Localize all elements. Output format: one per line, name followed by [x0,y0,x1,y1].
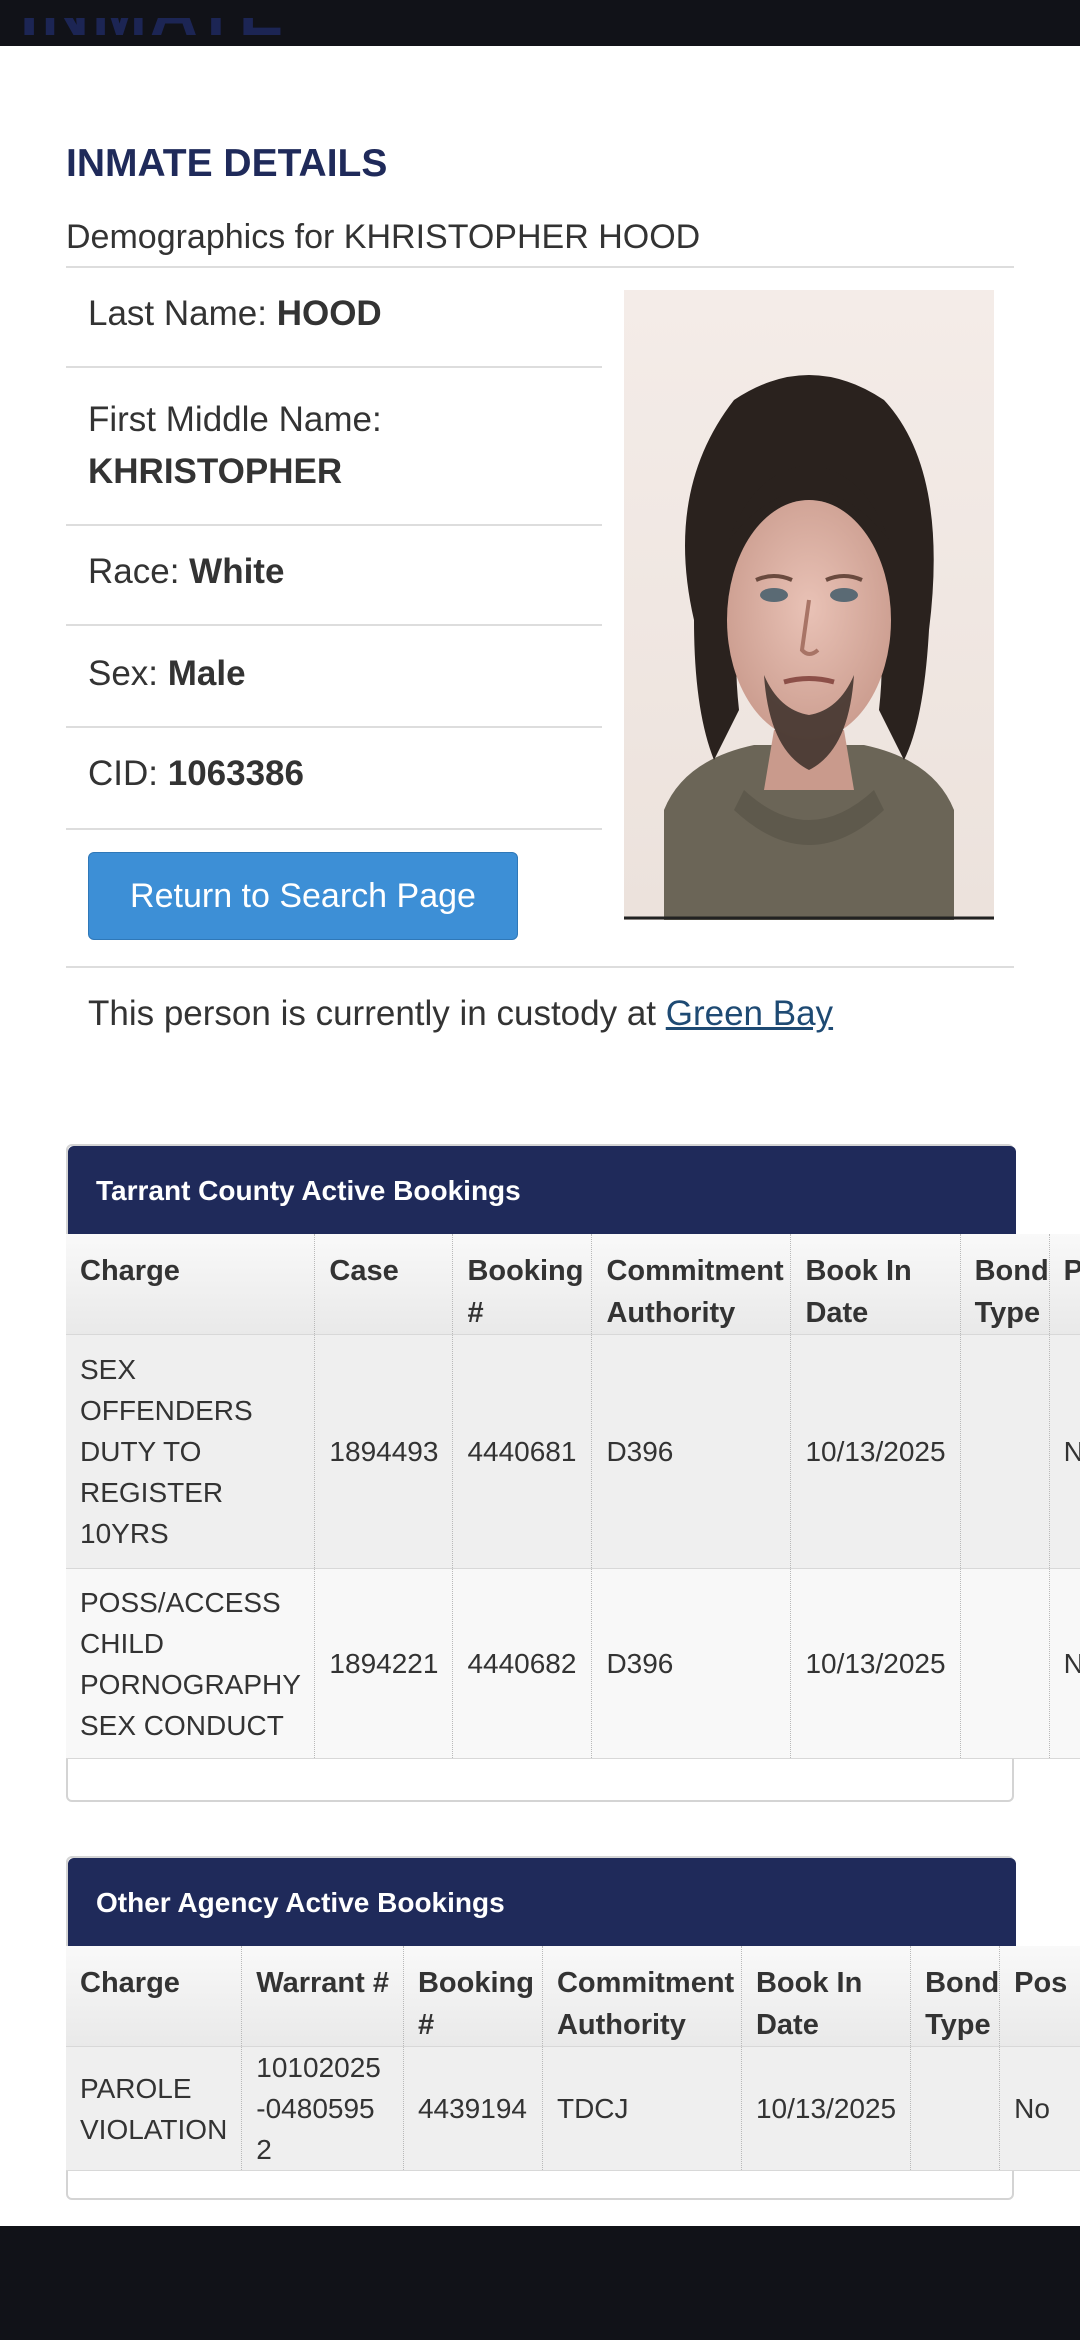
first-middle-name-label: First Middle Name: [88,400,382,439]
cell-commitment-authority: D396 [591,1568,792,1759]
column-header-booking[interactable]: Booking # [452,1234,593,1335]
column-header-bond-type[interactable]: Bond Type [960,1234,1050,1335]
custody-text: This person is currently in custody at [88,994,657,1033]
cell-bond-type [910,2046,1001,2171]
sex-value: Male [167,654,246,693]
column-header-partial[interactable]: Pos [999,1946,1080,2047]
divider [66,624,602,626]
cell-case: 1894221 [314,1568,454,1759]
column-header-book-in-date[interactable]: Book In Date [741,1946,912,2047]
cell-book-in-date: 10/13/2025 [790,1334,961,1569]
last-name-field: Last Name: HOOD [66,294,602,334]
table-row: PAROLE VIOLATION 10102025-04805952 44391… [66,2046,1080,2171]
tarrant-table-clip: Charge Case Booking # Commitment Authori… [66,1234,1080,1782]
navigation-bar [0,2226,1080,2340]
column-header-booking[interactable]: Booking # [403,1946,543,2047]
cell-partial: N [1049,1568,1080,1759]
cell-bond-type [960,1334,1050,1569]
cell-warrant: 10102025-04805952 [241,2046,404,2171]
column-header-warrant[interactable]: Warrant # [241,1946,404,2047]
demographics-title: Demographics for KHRISTOPHER HOOD [66,218,700,257]
custody-status: This person is currently in custody at G… [88,994,833,1034]
cid-label: CID: [88,754,158,793]
demographics-prefix: Demographics for [66,218,335,256]
other-agency-bookings-title: Other Agency Active Bookings [68,1858,1016,1948]
last-name-value: HOOD [276,294,382,333]
cell-booking: 4439194 [403,2046,543,2171]
first-middle-name-field: First Middle Name: KHRISTOPHER [66,394,602,498]
other-table-clip: Charge Warrant # Booking # Commitment Au… [66,1946,1080,2180]
cell-charge: PAROLE VIOLATION [66,2046,243,2171]
divider [66,524,602,526]
column-header-case[interactable]: Case [314,1234,454,1335]
inmate-details-heading: INMATE DETAILS [66,142,388,185]
race-value: White [189,552,285,591]
divider [66,966,1014,968]
cid-value: 1063386 [167,754,304,793]
divider [66,828,602,830]
table-row: SEX OFFENDERS DUTY TO REGISTER 10YRS 189… [66,1334,1080,1569]
divider [66,366,602,368]
cell-commitment-authority: D396 [591,1334,792,1569]
column-header-charge[interactable]: Charge [66,1234,316,1335]
last-name-label: Last Name: [88,294,267,333]
tarrant-bookings-title: Tarrant County Active Bookings [68,1146,1016,1236]
cell-case: 1894493 [314,1334,454,1569]
race-label: Race: [88,552,180,591]
cell-book-in-date: 10/13/2025 [741,2046,912,2171]
other-agency-bookings-table: Charge Warrant # Booking # Commitment Au… [66,1946,1080,2171]
column-header-charge[interactable]: Charge [66,1946,243,2047]
table-row: POSS/ACCESS CHILD PORNOGRAPHY SEX CONDUC… [66,1568,1080,1759]
cell-partial: N [1049,1334,1080,1569]
table-header-row: Charge Warrant # Booking # Commitment Au… [66,1946,1080,2047]
inmate-photo [624,290,994,920]
sex-label: Sex: [88,654,159,693]
first-middle-name-value: KHRISTOPHER [88,452,343,491]
cell-charge: SEX OFFENDERS DUTY TO REGISTER 10YRS [66,1334,316,1569]
cell-partial: No [999,2046,1080,2171]
divider [66,726,602,728]
cell-book-in-date: 10/13/2025 [790,1568,961,1759]
column-header-bond-type[interactable]: Bond Type [910,1946,1001,2047]
sex-field: Sex: Male [66,654,602,694]
cell-bond-type [960,1568,1050,1759]
tarrant-bookings-table: Charge Case Booking # Commitment Authori… [66,1234,1080,1759]
column-header-book-in-date[interactable]: Book In Date [790,1234,961,1335]
race-field: Race: White [66,552,602,592]
page-title-cut: INMATE SEARCH [20,18,580,46]
column-header-partial[interactable]: P [1049,1234,1080,1335]
divider [66,266,1014,268]
cid-field: CID: 1063386 [66,754,602,794]
cell-commitment-authority: TDCJ [542,2046,742,2171]
cell-booking: 4440681 [452,1334,593,1569]
custody-location-link[interactable]: Green Bay [666,994,833,1033]
cell-charge: POSS/ACCESS CHILD PORNOGRAPHY SEX CONDUC… [66,1568,316,1759]
demographics-name: KHRISTOPHER HOOD [343,218,701,256]
table-header-row: Charge Case Booking # Commitment Authori… [66,1234,1080,1335]
column-header-commitment-authority[interactable]: Commitment Authority [591,1234,792,1335]
column-header-commitment-authority[interactable]: Commitment Authority [542,1946,742,2047]
cell-booking: 4440682 [452,1568,593,1759]
return-to-search-button[interactable]: Return to Search Page [88,852,518,940]
